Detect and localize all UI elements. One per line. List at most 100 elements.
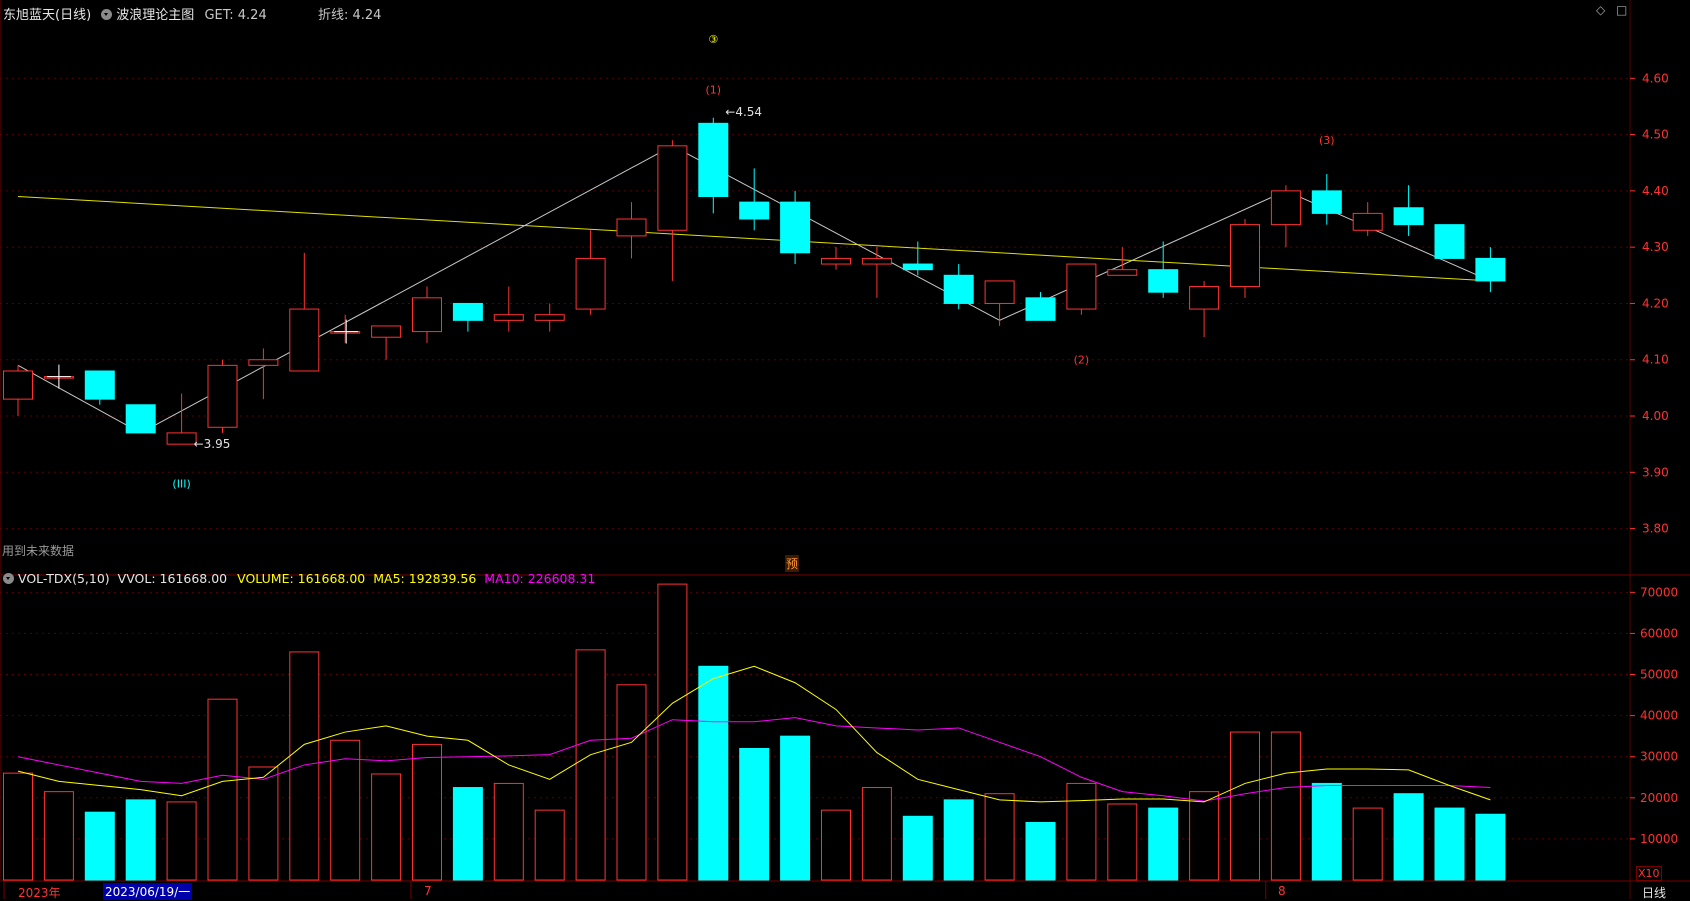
volume-tick-label: 60000 <box>1640 626 1678 640</box>
volume-bar <box>657 583 688 881</box>
chart-canvas[interactable]: 3.80 3.90 4.00 4.10 4.20 4.30 4.40 4.50 4.60 1000… <box>0 0 1690 899</box>
wave-annotation: ③ <box>708 33 718 46</box>
price-tick-label: 4.00 <box>1642 409 1669 423</box>
volume-bar <box>3 772 33 881</box>
price-tick-label: 4.60 <box>1642 71 1669 85</box>
volume-bar <box>289 651 320 881</box>
candle-body <box>861 257 892 265</box>
volume-bar <box>1148 807 1179 881</box>
candle-body <box>698 122 729 197</box>
volume-unit: X10 <box>1636 866 1662 881</box>
chart-header: 东旭蓝天(日线) 波浪理论主图 GET: 4.24 <box>3 4 267 23</box>
volume-bar <box>412 743 442 881</box>
volume-tick-label: 20000 <box>1640 791 1678 805</box>
candle-body <box>821 257 851 265</box>
volume-bar <box>1066 782 1097 881</box>
volume-value: VOLUME: 161668.00 <box>237 571 366 586</box>
indicator-dropdown-icon[interactable] <box>101 9 113 20</box>
volume-bar <box>452 787 483 881</box>
volume-bar <box>125 799 156 881</box>
candle-body <box>1393 207 1424 226</box>
volume-bar <box>330 739 361 881</box>
candle-body <box>166 432 197 445</box>
wave-annotation: (2) <box>1074 354 1090 367</box>
candle-body <box>1311 190 1342 214</box>
volume-bar <box>821 809 851 881</box>
candle-body <box>575 257 606 310</box>
volume-tick-label: 70000 <box>1640 585 1678 599</box>
price-tick-label: 3.90 <box>1642 465 1669 479</box>
volume-dropdown-icon[interactable] <box>3 573 14 584</box>
candle-body <box>1189 286 1220 310</box>
price-tick-label: 4.30 <box>1642 240 1669 254</box>
candle-body <box>1066 263 1097 310</box>
volume-bar <box>43 791 74 881</box>
volume-bar <box>984 793 1015 881</box>
volume-bar <box>575 649 606 881</box>
volume-bar <box>84 811 115 881</box>
volume-bar <box>166 801 197 881</box>
volume-bar <box>248 766 279 881</box>
volume-bar <box>1230 731 1260 881</box>
wave-annotation: ←3.95 <box>194 437 231 451</box>
future-data-note: 用到未来数据 <box>2 544 75 558</box>
volume-bar <box>780 735 811 881</box>
volume-tick-label: 10000 <box>1640 832 1678 846</box>
volume-bar <box>1025 821 1056 881</box>
volume-bar <box>1270 731 1301 881</box>
candle-body <box>1107 269 1138 276</box>
cursor-date: 2023/06/19/一 <box>103 883 193 900</box>
candle-body <box>412 297 442 333</box>
square-icon[interactable]: □ <box>1616 3 1627 17</box>
period-label[interactable]: 日线 <box>1642 884 1666 901</box>
polyline-value: 折线: 4.24 <box>318 8 382 23</box>
candle-body <box>780 201 811 254</box>
candle-body <box>207 364 238 428</box>
wave-annotation: (1) <box>706 84 722 97</box>
candle-body <box>739 201 770 220</box>
volume-header: VOL-TDX(5,10) VVOL: 161668.00 VOLUME: 16… <box>3 571 595 586</box>
volume-bar <box>1475 813 1506 881</box>
candle-body <box>534 314 565 321</box>
volume-bar <box>493 782 524 881</box>
ma10-value: MA10: 226608.31 <box>484 571 596 586</box>
diamond-icon[interactable]: ◇ <box>1596 3 1605 17</box>
candle-body <box>125 404 156 434</box>
volume-bar <box>616 684 647 881</box>
price-tick-label: 4.20 <box>1642 296 1669 310</box>
wave-annotation: (III) <box>172 478 190 491</box>
wave-annotation: (3) <box>1319 134 1335 147</box>
year-label: 2023年 <box>18 886 61 900</box>
candle-body <box>1230 224 1260 288</box>
volume-bar <box>1352 807 1383 881</box>
candle-body <box>371 325 402 338</box>
candle-body <box>289 308 320 372</box>
volume-bar <box>1311 782 1342 881</box>
candle-body <box>493 314 524 321</box>
get-value: GET: 4.24 <box>204 8 267 23</box>
ma5-value: MA5: 192839.56 <box>373 571 477 586</box>
candle-body <box>902 263 933 271</box>
price-tick-label: 4.40 <box>1642 184 1669 198</box>
candle-body <box>657 145 688 231</box>
volume-bar <box>902 815 933 881</box>
volume-bar <box>371 773 402 881</box>
candle-body <box>984 280 1015 304</box>
volume-tick-label: 40000 <box>1640 709 1678 723</box>
indicator-name[interactable]: 波浪理论主图 <box>116 8 194 23</box>
volume-bar <box>1434 807 1465 881</box>
volume-tick-label: 50000 <box>1640 668 1678 682</box>
candle-body <box>1352 212 1383 231</box>
prediction-marker[interactable]: 预 <box>785 555 800 572</box>
price-tick-label: 3.80 <box>1642 522 1669 536</box>
volume-bar <box>1393 793 1424 881</box>
volume-indicator-name[interactable]: VOL-TDX(5,10) <box>18 571 110 586</box>
candle-body <box>1025 297 1056 321</box>
volume-tick-label: 30000 <box>1640 750 1678 764</box>
volume-bar <box>1107 803 1138 881</box>
volume-bar <box>207 698 238 881</box>
volume-bar <box>534 809 565 881</box>
candle-body <box>452 302 483 321</box>
volume-bar <box>1189 791 1220 881</box>
volume-bar <box>943 799 974 881</box>
